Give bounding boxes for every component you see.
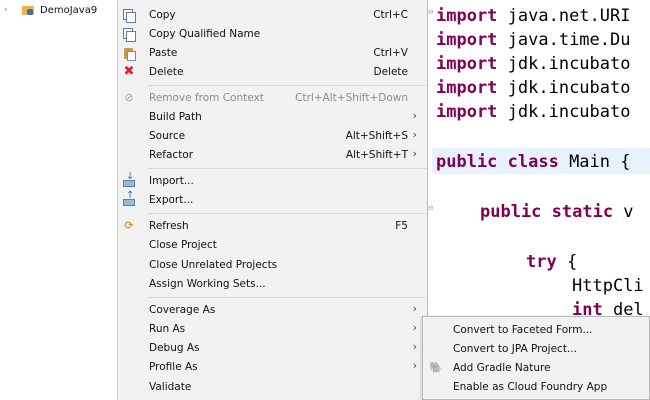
configure-submenu: Convert to Faceted Form... Convert to JP… [422, 316, 650, 400]
package-explorer: › DemoJava9 [0, 0, 118, 400]
menu-item-close-project[interactable]: Close Project [118, 236, 428, 255]
fold-marker-icon[interactable]: ⊖ [428, 8, 435, 16]
menu-item-export[interactable]: Export... [118, 189, 428, 210]
menu-item-validate[interactable]: Validate [118, 378, 428, 397]
menu-separator [148, 168, 426, 169]
code-line: import jdk.incubato [436, 78, 631, 98]
code-line: public static v [480, 202, 634, 222]
code-line: import jdk.incubato [436, 54, 631, 74]
menu-item-copy[interactable]: Copy Ctrl+C [118, 6, 428, 25]
menu-item-coverage-as[interactable]: Coverage As › [118, 301, 428, 320]
menu-separator [148, 213, 426, 214]
delete-icon: ✖ [123, 64, 135, 79]
chevron-right-icon: › [412, 147, 417, 160]
menu-separator [148, 85, 426, 86]
menu-item-close-unrelated-projects[interactable]: Close Unrelated Projects [118, 256, 428, 275]
menu-item-refresh[interactable]: ⟳ Refresh F5 [118, 217, 428, 236]
menu-item-profile-as[interactable]: Profile As › [118, 358, 428, 377]
chevron-right-icon: › [412, 340, 417, 353]
chevron-right-icon[interactable]: › [4, 5, 14, 15]
fold-marker-icon[interactable]: ⊖ [428, 204, 435, 212]
menu-item-debug-as[interactable]: Debug As › [118, 339, 428, 358]
code-line: import jdk.incubato [436, 102, 631, 122]
java-project-icon [22, 4, 36, 16]
submenu-item-convert-jpa-project[interactable]: Convert to JPA Project... [423, 340, 649, 359]
menu-item-import[interactable]: Import... [118, 170, 428, 191]
code-line: HttpCli [572, 276, 644, 296]
menu-item-refactor[interactable]: Refactor Alt+Shift+T › [118, 146, 428, 165]
chevron-right-icon: › [412, 128, 417, 141]
project-tree-item[interactable]: › DemoJava9 [0, 2, 97, 18]
menu-item-remove-from-context: ⊘ Remove from Context Ctrl+Alt+Shift+Dow… [118, 89, 428, 108]
import-icon [122, 170, 136, 188]
menu-separator [148, 297, 426, 298]
remove-context-icon: ⊘ [124, 91, 134, 104]
menu-item-copy-qualified-name[interactable]: Copy Qualified Name [118, 25, 428, 44]
gradle-elephant-icon: 🐘 [429, 361, 443, 374]
copy-icon [122, 8, 136, 23]
paste-icon [122, 46, 136, 61]
code-line: import java.net.URI [436, 6, 631, 26]
chevron-right-icon: › [412, 302, 417, 315]
project-name: DemoJava9 [40, 4, 98, 16]
submenu-item-add-gradle-nature[interactable]: 🐘 Add Gradle Nature [423, 359, 649, 378]
refresh-icon: ⟳ [124, 219, 134, 232]
menu-item-build-path[interactable]: Build Path › [118, 108, 428, 127]
chevron-right-icon: › [412, 109, 417, 122]
code-line: try { [526, 252, 578, 272]
chevron-right-icon: › [412, 321, 417, 334]
menu-item-delete[interactable]: ✖ Delete Delete [118, 63, 428, 82]
context-menu: Copy Ctrl+C Copy Qualified Name Paste Ct… [117, 0, 428, 400]
menu-item-assign-working-sets[interactable]: Assign Working Sets... [118, 275, 428, 294]
menu-item-paste[interactable]: Paste Ctrl+V [118, 44, 428, 63]
code-line: import java.time.Du [436, 30, 631, 50]
code-line: public class Main { [436, 152, 631, 172]
submenu-item-enable-cloud-foundry[interactable]: Enable as Cloud Foundry App [423, 378, 649, 397]
chevron-right-icon: › [412, 359, 417, 372]
menu-item-run-as[interactable]: Run As › [118, 320, 428, 339]
submenu-item-convert-faceted-form[interactable]: Convert to Faceted Form... [423, 321, 649, 340]
export-icon [122, 189, 136, 207]
copy-icon [122, 27, 136, 42]
menu-item-source[interactable]: Source Alt+Shift+S › [118, 127, 428, 146]
